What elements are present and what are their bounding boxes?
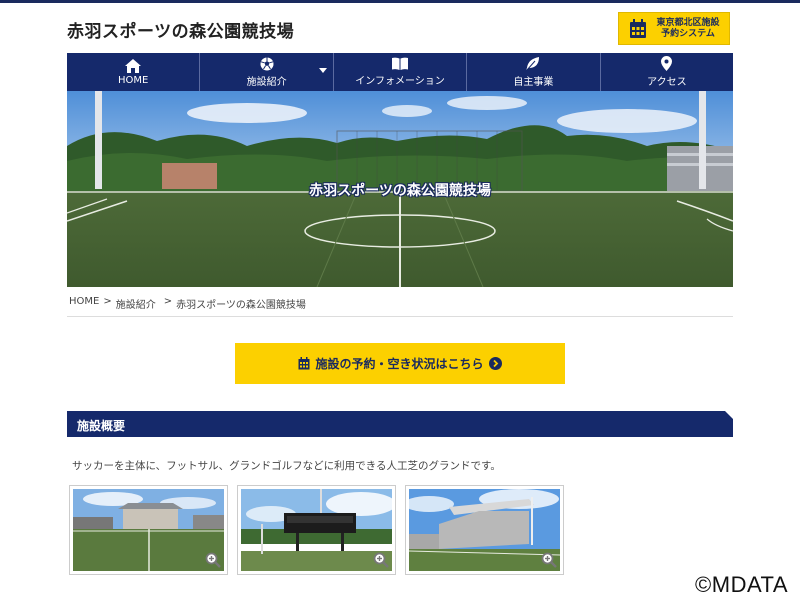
copyright-watermark: ©MDATA [695, 572, 788, 597]
hero-title: 赤羽スポーツの森公園競技場 [309, 183, 491, 199]
zoom-in-icon [373, 552, 389, 568]
calendar-icon [298, 357, 310, 370]
thumbnail-image [73, 489, 224, 571]
nav-item-label: HOME [118, 74, 149, 86]
thumbnail-image [241, 489, 392, 571]
breadcrumb-separator: > [163, 296, 173, 307]
nav-item-facilities[interactable]: 施設紹介 [200, 53, 334, 91]
zoom-in-icon [541, 552, 557, 568]
cta-label: 施設の予約・空き状況はこちら [315, 357, 484, 371]
section-header-corner [725, 411, 733, 419]
chevron-circle-right-icon [488, 357, 502, 370]
section-header-overview: 施設概要 [67, 411, 733, 437]
breadcrumb-home-link[interactable]: HOME [69, 296, 99, 311]
section-title: 施設概要 [77, 419, 126, 433]
chevron-down-icon [318, 68, 327, 73]
gallery-thumbnail-1[interactable] [69, 485, 228, 575]
home-icon [125, 58, 142, 73]
main-nav: HOME 施設紹介 インフォメーション 自主事業 アクセス [67, 53, 733, 91]
reservation-system-button[interactable]: 東京都北区施設 予約システム [618, 12, 730, 45]
nav-item-access[interactable]: アクセス [601, 53, 733, 91]
nav-item-information[interactable]: インフォメーション [334, 53, 468, 91]
soccer-ball-icon [260, 57, 274, 70]
reservation-availability-button[interactable]: 施設の予約・空き状況はこちら [235, 343, 565, 384]
hero-image: 赤羽スポーツの森公園競技場 [67, 91, 733, 287]
breadcrumb: HOME > 施設紹介 > 赤羽スポーツの森公園競技場 [69, 296, 306, 311]
zoom-in-icon [205, 552, 221, 568]
breadcrumb-divider [67, 316, 733, 317]
top-accent-line [0, 0, 800, 3]
breadcrumb-facilities-link[interactable]: 施設紹介 [116, 296, 156, 311]
breadcrumb-current: 赤羽スポーツの森公園競技場 [176, 300, 306, 311]
book-icon [392, 57, 409, 70]
section-description: サッカーを主体に、フットサル、グランドゴルフなどに利用できる人工芝のグランドです… [72, 460, 501, 472]
map-pin-icon [661, 56, 673, 71]
leaf-icon [526, 56, 540, 70]
photo-gallery [69, 485, 564, 575]
site-title[interactable]: 赤羽スポーツの森公園競技場 [67, 17, 294, 42]
gallery-thumbnail-2[interactable] [237, 485, 396, 575]
nav-item-own-projects[interactable]: 自主事業 [467, 53, 601, 91]
nav-item-label: インフォメーション [355, 76, 445, 87]
gallery-thumbnail-3[interactable] [405, 485, 564, 575]
breadcrumb-separator: > [103, 296, 112, 307]
nav-item-home[interactable]: HOME [67, 53, 201, 91]
nav-item-label: 施設紹介 [246, 76, 287, 88]
nav-item-label: 自主事業 [513, 76, 554, 88]
calendar-icon [630, 18, 646, 38]
thumbnail-image [409, 489, 560, 571]
reservation-button-label: 東京都北区施設 予約システム [656, 17, 720, 39]
nav-item-label: アクセス [647, 77, 687, 88]
